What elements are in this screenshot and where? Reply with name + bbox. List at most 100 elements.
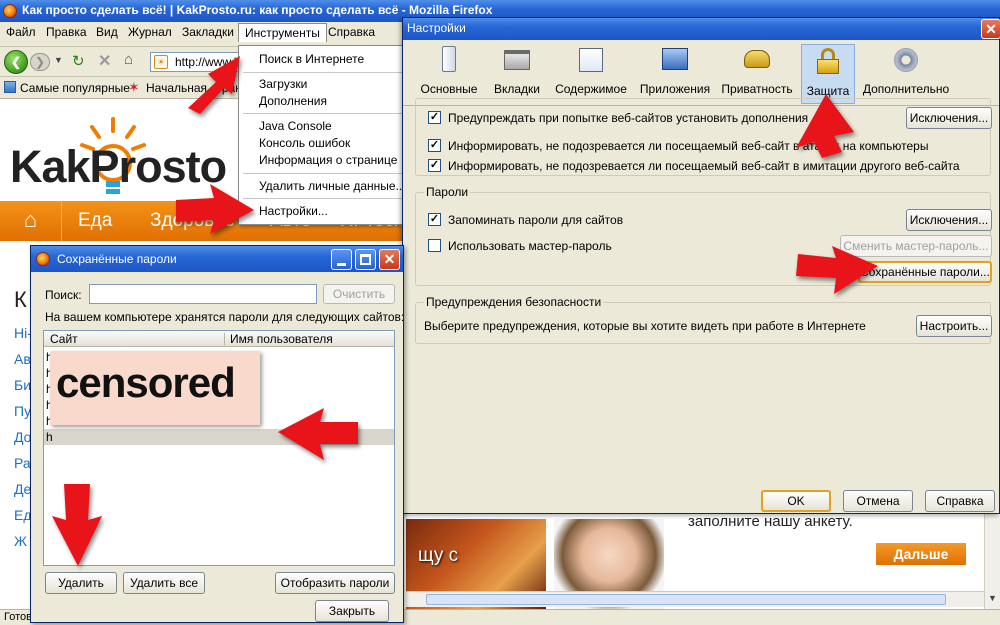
warn-addons-checkbox[interactable]: ✓: [428, 111, 441, 124]
tab-content-label: Содержимое: [555, 82, 627, 96]
master-password-checkbox[interactable]: [428, 239, 441, 252]
bookmark-star-icon: ✶: [128, 79, 140, 95]
column-site[interactable]: Сайт: [50, 332, 78, 346]
report-forgery-label: Информировать, не подозревается ли посещ…: [448, 159, 960, 173]
tab-tabs[interactable]: Вкладки: [487, 44, 547, 102]
settings-close-button[interactable]: ✕: [981, 19, 1000, 39]
site-heading: К: [14, 287, 27, 312]
menu-item-options[interactable]: Настройки...: [259, 204, 328, 218]
saved-info-text: На вашем компьютере хранятся пароли для …: [45, 310, 405, 324]
settings-title: Настройки: [407, 21, 466, 35]
more-button-label: Дальше: [893, 546, 949, 562]
delete-label: Удалить: [58, 576, 104, 590]
menu-item-addons[interactable]: Дополнения: [259, 94, 327, 108]
home-icon[interactable]: ⌂: [124, 51, 133, 68]
delete-all-button[interactable]: Удалить все: [123, 572, 205, 594]
cancel-button[interactable]: Отмена: [843, 490, 913, 512]
saved-close-button[interactable]: ✕: [379, 249, 400, 270]
menu-bookmarks[interactable]: Закладки: [182, 25, 234, 39]
passwords-group-title: Пароли: [424, 185, 471, 199]
maximize-button[interactable]: [355, 249, 376, 270]
close-button[interactable]: Закрыть: [315, 600, 389, 622]
close-label: Закрыть: [328, 604, 376, 618]
food-caption: щу с: [418, 545, 459, 566]
delete-all-label: Удалить все: [129, 576, 199, 590]
menu-item-search[interactable]: Поиск в Интернете: [259, 52, 364, 66]
security-warnings-text: Выберите предупреждения, которые вы хоти…: [424, 319, 866, 333]
bookmark-popular[interactable]: Самые популярные: [20, 81, 130, 95]
report-attack-checkbox[interactable]: ✓: [428, 139, 441, 152]
menu-item-error-console[interactable]: Консоль ошибок: [259, 136, 350, 150]
clear-button[interactable]: Очистить: [323, 284, 395, 304]
tab-privacy[interactable]: Приватность: [717, 44, 797, 102]
configure-button[interactable]: Настроить...: [916, 315, 992, 337]
table-row: h: [46, 430, 53, 444]
warn-addons-label: Предупреждать при попытке веб-сайтов уст…: [448, 111, 809, 125]
content-icon: [579, 48, 603, 72]
security-warnings-group: Предупреждения безопасности Выберите пре…: [415, 295, 992, 344]
applications-icon: [662, 48, 688, 70]
arrow-to-saved-passwords-icon: [796, 246, 878, 294]
menu-item-downloads[interactable]: Загрузки: [259, 77, 307, 91]
switch-icon: [442, 46, 456, 72]
ok-button[interactable]: OK: [761, 490, 831, 512]
tab-main[interactable]: Основные: [417, 44, 481, 102]
menu-view[interactable]: Вид: [96, 25, 118, 39]
remember-passwords-checkbox[interactable]: ✓: [428, 213, 441, 226]
general-security-group: ✓ Предупреждать при попытке веб-сайтов у…: [415, 98, 992, 176]
help-button[interactable]: Справка: [925, 490, 995, 512]
padlock-icon: [816, 48, 840, 74]
reload-icon[interactable]: ↻: [72, 52, 85, 70]
minimize-button[interactable]: [331, 249, 352, 270]
firefox-icon: [3, 4, 17, 18]
page-scrollbar[interactable]: ▼: [984, 513, 1000, 609]
passwords-exceptions-button[interactable]: Исключения...: [906, 209, 992, 231]
scroll-down-icon: ▼: [988, 593, 997, 603]
menu-history[interactable]: Журнал: [128, 25, 172, 39]
saved-title: Сохранённые пароли: [57, 252, 177, 266]
show-passwords-button[interactable]: Отобразить пароли: [275, 572, 395, 594]
search-input[interactable]: [89, 284, 317, 304]
tab-applications[interactable]: Приложения: [637, 44, 713, 102]
ok-label: OK: [787, 494, 805, 508]
bookmark-folder-icon: [4, 81, 16, 93]
menu-tools[interactable]: Инструменты: [238, 23, 327, 42]
censored-block: censored: [50, 351, 260, 425]
scroll-thumb[interactable]: [426, 594, 946, 605]
horizontal-scrollbar[interactable]: [406, 591, 984, 607]
stop-icon[interactable]: ✕: [98, 51, 111, 71]
forward-button[interactable]: ❯: [30, 53, 50, 71]
menu-separator: [243, 198, 403, 199]
arrow-to-delete-button-icon: [52, 484, 102, 566]
menu-help[interactable]: Справка: [328, 25, 375, 39]
passwords-group: Пароли ✓ Запоминать пароли для сайтов Ис…: [415, 185, 992, 286]
help-label: Справка: [936, 494, 984, 508]
menu-file[interactable]: Файл: [6, 25, 36, 39]
delete-button[interactable]: Удалить: [45, 572, 117, 594]
tab-content[interactable]: Содержимое: [551, 44, 631, 102]
report-forgery-checkbox[interactable]: ✓: [428, 159, 441, 172]
menu-item-java-console[interactable]: Java Console: [259, 119, 332, 133]
menu-item-clear-private[interactable]: Удалить личные данные...: [259, 179, 406, 193]
arrow-to-security-tab-icon: [796, 94, 854, 158]
menu-edit[interactable]: Правка: [46, 25, 87, 39]
menu-separator: [243, 173, 403, 174]
back-arrow-icon: ❮: [10, 55, 22, 69]
menu-item-page-info[interactable]: Информация о странице: [259, 153, 397, 167]
promo-text: заполните нашу анкету.: [688, 513, 853, 530]
nav-food[interactable]: Еда: [78, 210, 112, 232]
tab-main-label: Основные: [420, 82, 478, 96]
close-icon: ✕: [985, 21, 997, 37]
nav-home[interactable]: ⌂: [0, 201, 62, 241]
settings-titlebar: Настройки ✕: [403, 18, 1000, 40]
history-dropdown-icon[interactable]: ▼: [54, 55, 63, 65]
more-button[interactable]: Дальше: [876, 543, 966, 565]
tab-privacy-label: Приватность: [721, 82, 793, 96]
folder-tabs-icon: [504, 50, 530, 70]
site-favicon: ☀: [154, 55, 168, 69]
back-button[interactable]: ❮: [4, 50, 28, 74]
column-username[interactable]: Имя пользователя: [230, 332, 333, 346]
addons-exceptions-label: Исключения...: [909, 111, 989, 125]
addons-exceptions-button[interactable]: Исключения...: [906, 107, 992, 129]
list-header: Сайт Имя пользователя: [44, 331, 394, 347]
